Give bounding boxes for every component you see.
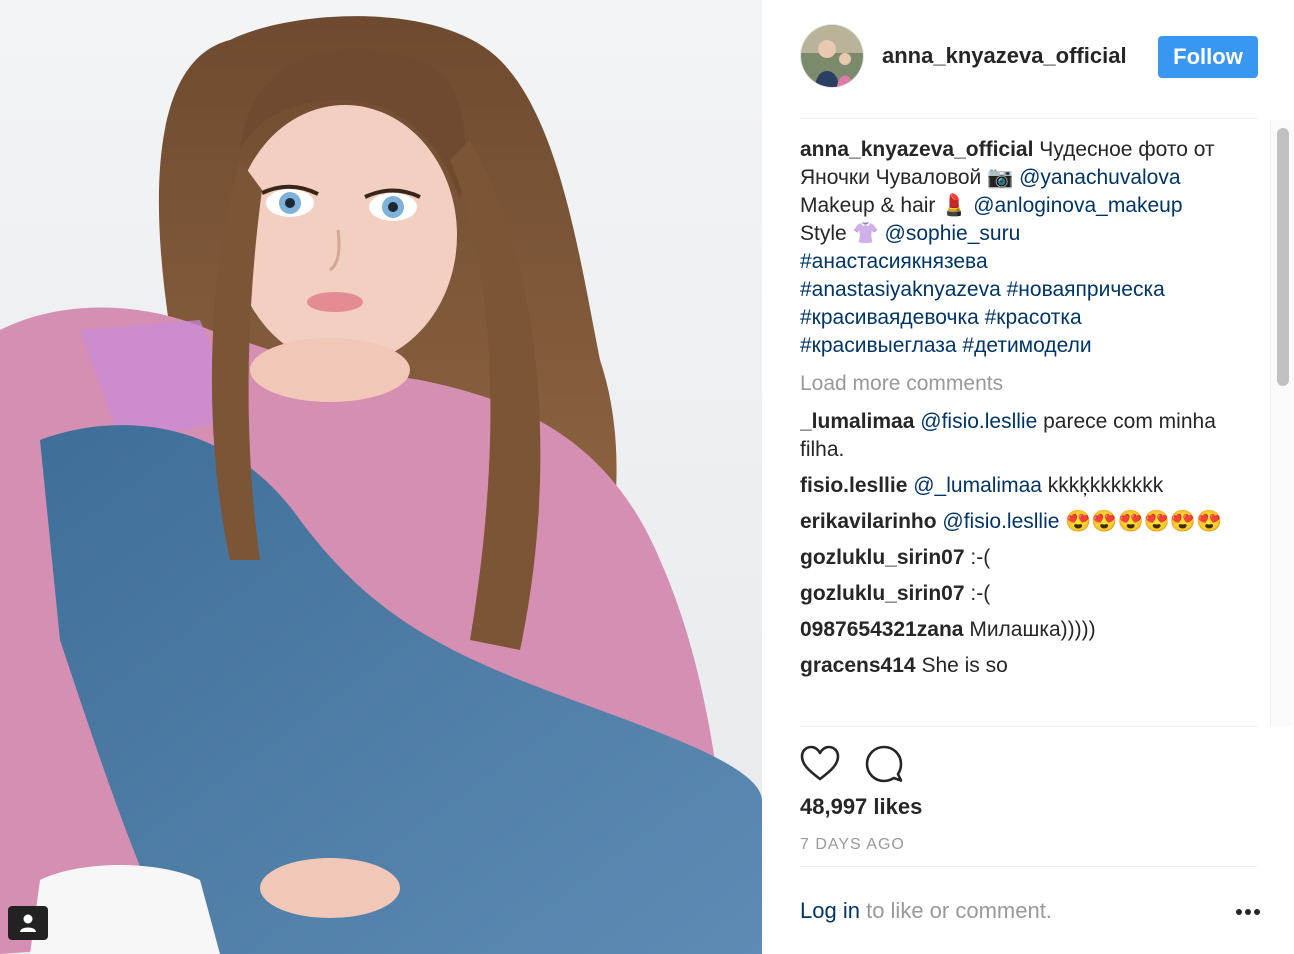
comments-divider [800,726,1258,727]
caption-text-line3: Makeup & hair 💄 [800,194,968,217]
login-prompt-text: to like or comment. [866,898,1052,923]
caption-text-line2: Яночки Чуваловой 📷 [800,166,1014,189]
caption-mention-makeup[interactable]: @anloginova_makeup [973,194,1182,217]
caption-mention-style[interactable]: @sophie_suru [885,222,1021,245]
comment-username[interactable]: 0987654321zana [800,618,963,641]
caption-text-line1: Чудесное фото от [1039,138,1215,161]
comment-username[interactable]: fisio.lesllie [800,474,907,497]
caption: anna_knyazeva_official Чудесное фото от … [800,136,1250,360]
post-sidebar: anna_knyazeva_official Follow anna_knyaz… [762,0,1294,954]
avatar[interactable] [800,24,864,88]
comment-item: gracens414 She is so [800,652,1250,680]
comment-text: :-( [970,582,991,605]
comment-mention[interactable]: @fisio.lesllie [920,410,1037,433]
comment-text: kkkķkkkkkkk [1047,474,1164,497]
comment-username[interactable]: erikavilarinho [800,510,937,533]
comment-username[interactable]: _lumalimaa [800,410,914,433]
header-username[interactable]: anna_knyazeva_official [882,43,1126,69]
caption-hashtags-line[interactable]: #красиваядевочка #красотка [800,304,1250,332]
comments-list[interactable]: anna_knyazeva_official Чудесное фото от … [800,136,1250,726]
comment-text: 😍😍😍😍😍😍 [1065,510,1223,533]
speech-bubble-icon [865,745,903,783]
post-page: anna_knyazeva_official Follow anna_knyaz… [0,0,1294,954]
comment-mention[interactable]: @_lumalimaa [913,474,1042,497]
caption-hashtags-line[interactable]: #анастасиякнязева [800,248,1250,276]
comment-item: 0987654321zana Милашка))))) [800,616,1250,644]
load-more-comments-button[interactable]: Load more comments [800,370,1250,398]
caption-text-line4: Style 👚 [800,222,879,245]
comment-mention[interactable]: @fisio.lesllie [942,510,1059,533]
user-tag-icon [20,914,36,932]
post-timestamp[interactable]: 7 DAYS AGO [800,836,905,854]
login-link[interactable]: Log in [800,898,860,923]
comment-username[interactable]: gozluklu_sirin07 [800,546,965,569]
heart-icon [800,745,840,781]
comment-item: gozluklu_sirin07 :-( [800,580,1250,608]
avatar-image [801,25,863,87]
caption-hashtags-line[interactable]: #anastasiyaknyazeva #новаяприческа [800,276,1250,304]
caption-username[interactable]: anna_knyazeva_official [800,138,1033,161]
post-photo[interactable] [0,0,762,954]
scrollbar-thumb[interactable] [1277,128,1289,386]
caption-mention-photographer[interactable]: @yanachuvalova [1019,166,1180,189]
comment-text: Милашка))))) [969,618,1096,641]
header-divider [800,118,1258,119]
comment-item: fisio.lesllie @_lumalimaa kkkķkkkkkkk [800,472,1250,500]
post-header: anna_knyazeva_official Follow [800,22,1258,88]
comment-item: erikavilarinho @fisio.lesllie 😍😍😍😍😍😍 [800,508,1250,536]
comment-item: _lumalimaa @fisio.lesllie parece com min… [800,408,1250,464]
caption-hashtags-line[interactable]: #красивыеглаза #детимодели [800,332,1250,360]
comment-username[interactable]: gracens414 [800,654,916,677]
footer-divider [800,866,1258,867]
likes-count[interactable]: 48,997 likes [800,794,922,820]
comment-text: She is so [921,654,1008,677]
comment-item: gozluklu_sirin07 :-( [800,544,1250,572]
like-button[interactable] [800,744,840,784]
comments-scrollbar[interactable] [1270,120,1293,726]
tagged-users-button[interactable] [8,906,48,940]
comment-text: :-( [970,546,991,569]
action-bar [800,744,920,784]
login-prompt: Log in to like or comment. [800,898,1052,924]
comment-button[interactable] [864,744,904,784]
more-dots-icon [1236,909,1260,915]
more-options-button[interactable] [1234,898,1262,922]
follow-button[interactable]: Follow [1158,36,1258,78]
photo-illustration [0,0,762,954]
comment-username[interactable]: gozluklu_sirin07 [800,582,965,605]
